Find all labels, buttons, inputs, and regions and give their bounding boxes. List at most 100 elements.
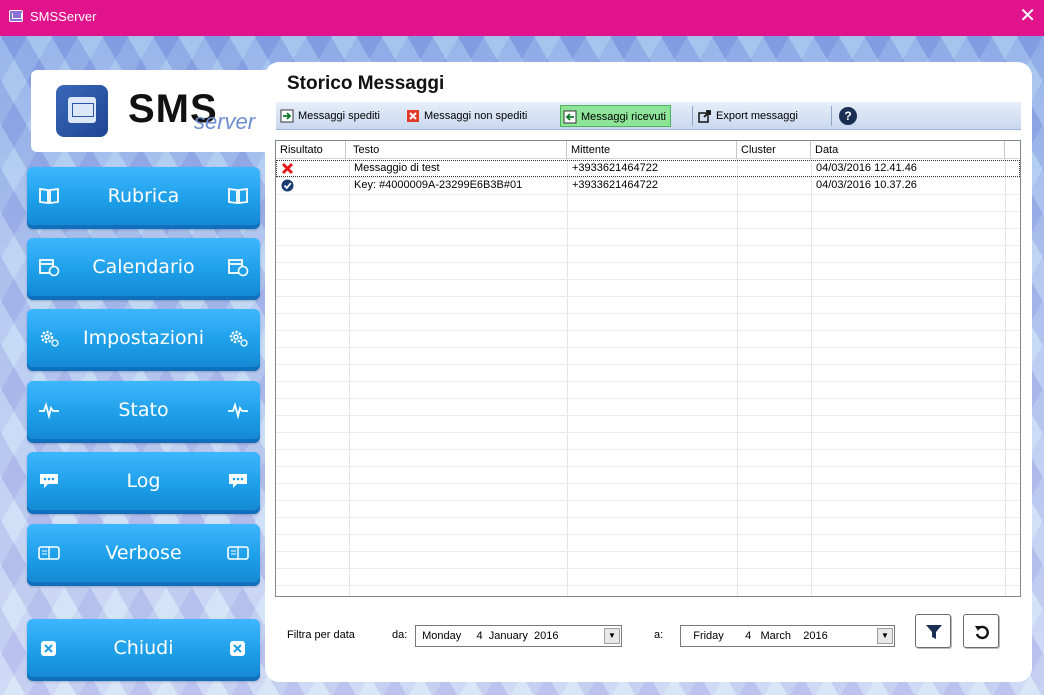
- title-bar: SMSServer ✕: [0, 0, 1044, 36]
- nav-stato-button[interactable]: Stato: [27, 381, 260, 443]
- main-panel: Storico Messaggi Messaggi spediti Messag…: [265, 62, 1032, 682]
- red-x-icon: [407, 110, 419, 122]
- not-sent-messages-label: Messaggi non spediti: [424, 110, 528, 122]
- help-icon[interactable]: ?: [839, 107, 857, 125]
- grid-line: [276, 415, 1020, 416]
- grid-line: [276, 483, 1020, 484]
- column-risultato[interactable]: Risultato: [276, 141, 346, 159]
- column-cluster[interactable]: Cluster: [737, 141, 811, 159]
- column-mittente[interactable]: Mittente: [567, 141, 737, 159]
- messages-table[interactable]: Risultato Testo Mittente Cluster Data Me…: [275, 140, 1021, 597]
- grid-line: [276, 551, 1020, 552]
- grid-line: [276, 568, 1020, 569]
- chat-bubble-icon: [227, 471, 249, 491]
- export-messages-button[interactable]: Export messaggi: [696, 105, 802, 127]
- nav-rubrica-label: Rubrica: [107, 185, 180, 207]
- column-data[interactable]: Data: [811, 141, 1005, 159]
- logo-text-server: server: [194, 109, 256, 134]
- nav-calendario-button[interactable]: Calendario: [27, 238, 260, 300]
- from-date-picker[interactable]: Monday 4 January 2016 ▼: [415, 625, 622, 647]
- grid-line: [276, 432, 1020, 433]
- grid-line: [276, 398, 1020, 399]
- filter-from-label: da:: [392, 629, 408, 641]
- nav-impostazioni-button[interactable]: Impostazioni: [27, 309, 260, 371]
- grid-line: [567, 159, 568, 596]
- nav-rubrica-button[interactable]: Rubrica: [27, 167, 260, 229]
- grid-line: [276, 262, 1020, 263]
- not-sent-messages-button[interactable]: Messaggi non spediti: [404, 105, 531, 127]
- to-date-picker[interactable]: Friday 4 March 2016 ▼: [680, 625, 895, 647]
- apply-filter-button[interactable]: [915, 614, 951, 648]
- grid-line: [276, 211, 1020, 212]
- gear-icon: [227, 328, 249, 348]
- toolbar: Messaggi spediti Messaggi non spediti Me…: [276, 102, 1021, 130]
- reset-filter-button[interactable]: [963, 614, 999, 648]
- toolbar-separator: [692, 106, 693, 126]
- page-title: Storico Messaggi: [287, 73, 445, 94]
- grid-line: [276, 500, 1020, 501]
- grid-line: [276, 381, 1020, 382]
- grid-line: [276, 279, 1020, 280]
- grid-line: [276, 296, 1020, 297]
- nav-chiudi-button[interactable]: Chiudi: [27, 619, 260, 681]
- cell-mittente: +3933621464722: [572, 162, 658, 174]
- nav-log-button[interactable]: Log: [27, 452, 260, 514]
- cell-cluster: [737, 177, 811, 194]
- grid-line: [276, 313, 1020, 314]
- table-row[interactable]: Key: #4000009A-23299E6B3B#01 +3933621464…: [276, 177, 1020, 194]
- cell-testo: Messaggio di test: [354, 162, 440, 174]
- export-messages-label: Export messaggi: [716, 110, 798, 122]
- nav-impostazioni-label: Impostazioni: [83, 327, 204, 349]
- grid-line: [276, 585, 1020, 586]
- toolbar-separator: [831, 106, 832, 126]
- grid-line: [349, 159, 350, 596]
- grid-line: [276, 364, 1020, 365]
- funnel-icon: [926, 625, 942, 639]
- nav-verbose-label: Verbose: [105, 542, 182, 564]
- app-envelope-icon: [9, 10, 23, 22]
- grid-line: [811, 159, 812, 596]
- grid-line: [276, 330, 1020, 331]
- close-window-button[interactable]: ✕: [1019, 5, 1036, 27]
- grid-line: [737, 159, 738, 596]
- external-link-icon: [698, 110, 711, 123]
- grid-line: [276, 347, 1020, 348]
- grid-line: [276, 466, 1020, 467]
- book-open-icon: [227, 543, 249, 563]
- cell-data: 04/03/2016 10.37.26: [816, 179, 917, 191]
- grid-line: [276, 228, 1020, 229]
- window-title: SMSServer: [30, 9, 97, 24]
- app-logo: SMS server: [31, 70, 272, 152]
- table-row[interactable]: Messaggio di test +3933621464722 04/03/2…: [276, 160, 1020, 177]
- grid-line: [276, 517, 1020, 518]
- nav-verbose-button[interactable]: Verbose: [27, 524, 260, 586]
- dropdown-arrow-icon[interactable]: ▼: [877, 628, 893, 644]
- sent-messages-label: Messaggi spediti: [298, 110, 380, 122]
- received-messages-button[interactable]: Messaggi ricevuti: [560, 105, 671, 127]
- cell-mittente: +3933621464722: [572, 179, 658, 191]
- grid-line: [1005, 159, 1006, 596]
- book-icon: [227, 186, 249, 206]
- nav-stato-label: Stato: [118, 399, 169, 421]
- close-box-icon: [227, 638, 249, 658]
- nav-calendario-label: Calendario: [92, 256, 195, 278]
- sent-messages-button[interactable]: Messaggi spediti: [278, 105, 384, 127]
- grid-line: [276, 245, 1020, 246]
- nav-log-label: Log: [126, 470, 161, 492]
- nav-chiudi-label: Chiudi: [113, 637, 174, 659]
- error-x-icon: [281, 162, 294, 175]
- column-testo[interactable]: Testo: [349, 141, 567, 159]
- check-circle-icon: [281, 179, 294, 192]
- import-arrow-icon: [563, 110, 577, 124]
- refresh-icon: [975, 625, 989, 640]
- calendar-clock-icon: [227, 257, 249, 277]
- dropdown-arrow-icon[interactable]: ▼: [604, 628, 620, 644]
- grid-line: [276, 449, 1020, 450]
- cell-testo: Key: #4000009A-23299E6B3B#01: [354, 179, 523, 191]
- grid-line: [276, 534, 1020, 535]
- export-arrow-icon: [280, 109, 294, 123]
- from-date-value: Monday 4 January 2016: [416, 630, 559, 642]
- table-header: Risultato Testo Mittente Cluster Data: [276, 141, 1020, 159]
- cell-data: 04/03/2016 12.41.46: [816, 162, 917, 174]
- filter-label: Filtra per data: [287, 629, 355, 641]
